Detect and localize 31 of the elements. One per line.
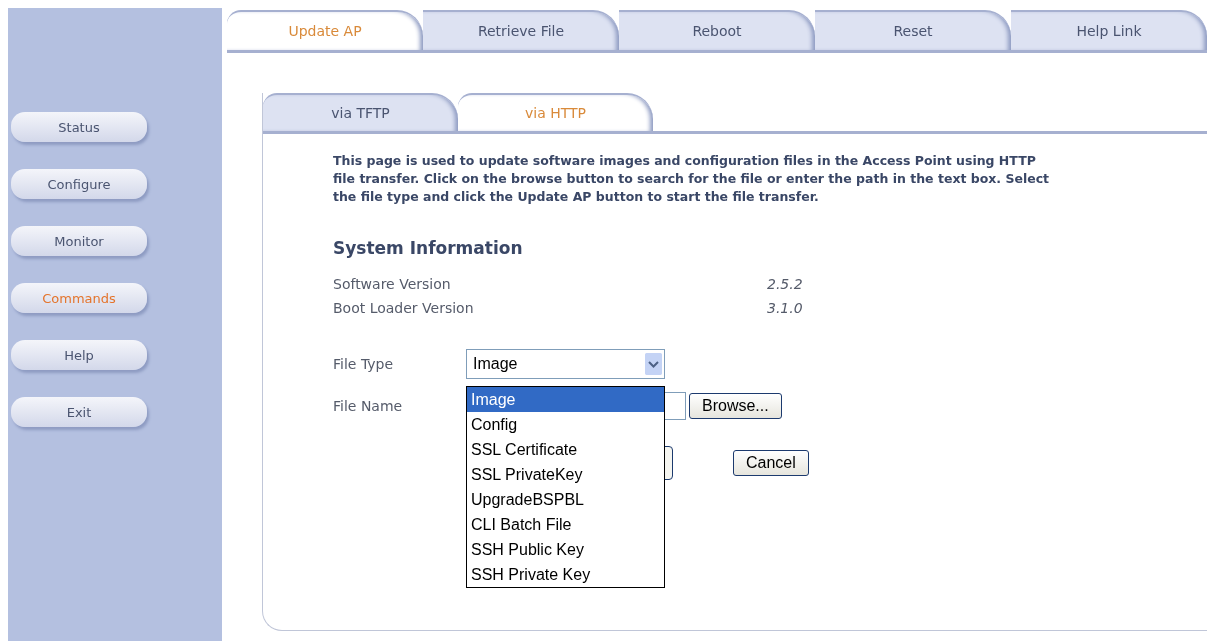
nav-button[interactable]: Help	[11, 340, 147, 370]
dropdown-option[interactable]: SSL PrivateKey	[467, 462, 664, 487]
tab[interactable]: Help Link	[1011, 10, 1207, 50]
info-label: Software Version	[333, 276, 452, 292]
tab[interactable]: Reset	[815, 10, 1011, 50]
dropdown-option[interactable]: UpgradeBSPBL	[467, 487, 664, 512]
dropdown-value: Image	[473, 355, 518, 373]
field-label: File Name	[333, 398, 404, 414]
tab[interactable]: Reboot	[619, 10, 815, 50]
field-label: File Type	[333, 356, 395, 372]
info-label: Boot Loader Version	[333, 300, 475, 316]
nav-button[interactable]: Monitor	[11, 226, 147, 256]
chevron-down-icon[interactable]	[645, 353, 662, 375]
info-value: 2.5.2	[767, 276, 803, 292]
dropdown-option[interactable]: CLI Batch File	[467, 512, 664, 537]
cancel-button[interactable]: Cancel	[733, 450, 809, 476]
nav-button[interactable]: Exit	[11, 397, 147, 427]
sub-tab[interactable]: via TFTP	[263, 93, 458, 131]
file-type-dropdown[interactable]: Image	[466, 349, 665, 379]
dropdown-option[interactable]: Config	[467, 412, 664, 437]
tab[interactable]: Retrieve File	[423, 10, 619, 50]
nav-button[interactable]: Status	[11, 112, 147, 142]
dropdown-option[interactable]: SSL Certificate	[467, 437, 664, 462]
browse-button[interactable]: Browse...	[689, 393, 782, 419]
section-heading: System Information	[333, 238, 524, 258]
nav-button[interactable]: Configure	[11, 169, 147, 199]
dropdown-option[interactable]: SSH Private Key	[467, 562, 664, 587]
info-value: 3.1.0	[767, 300, 803, 316]
dropdown-option[interactable]: SSH Public Key	[467, 537, 664, 562]
description-text: This page is used to update software images and configuration files in the Access Point using HTTP file transfer. Click on the browse button to search for the file or enter the path in the text box. Select the file type and click the Update AP button to start the file transfer.	[333, 152, 1051, 206]
dropdown-option[interactable]: Image	[467, 387, 664, 412]
